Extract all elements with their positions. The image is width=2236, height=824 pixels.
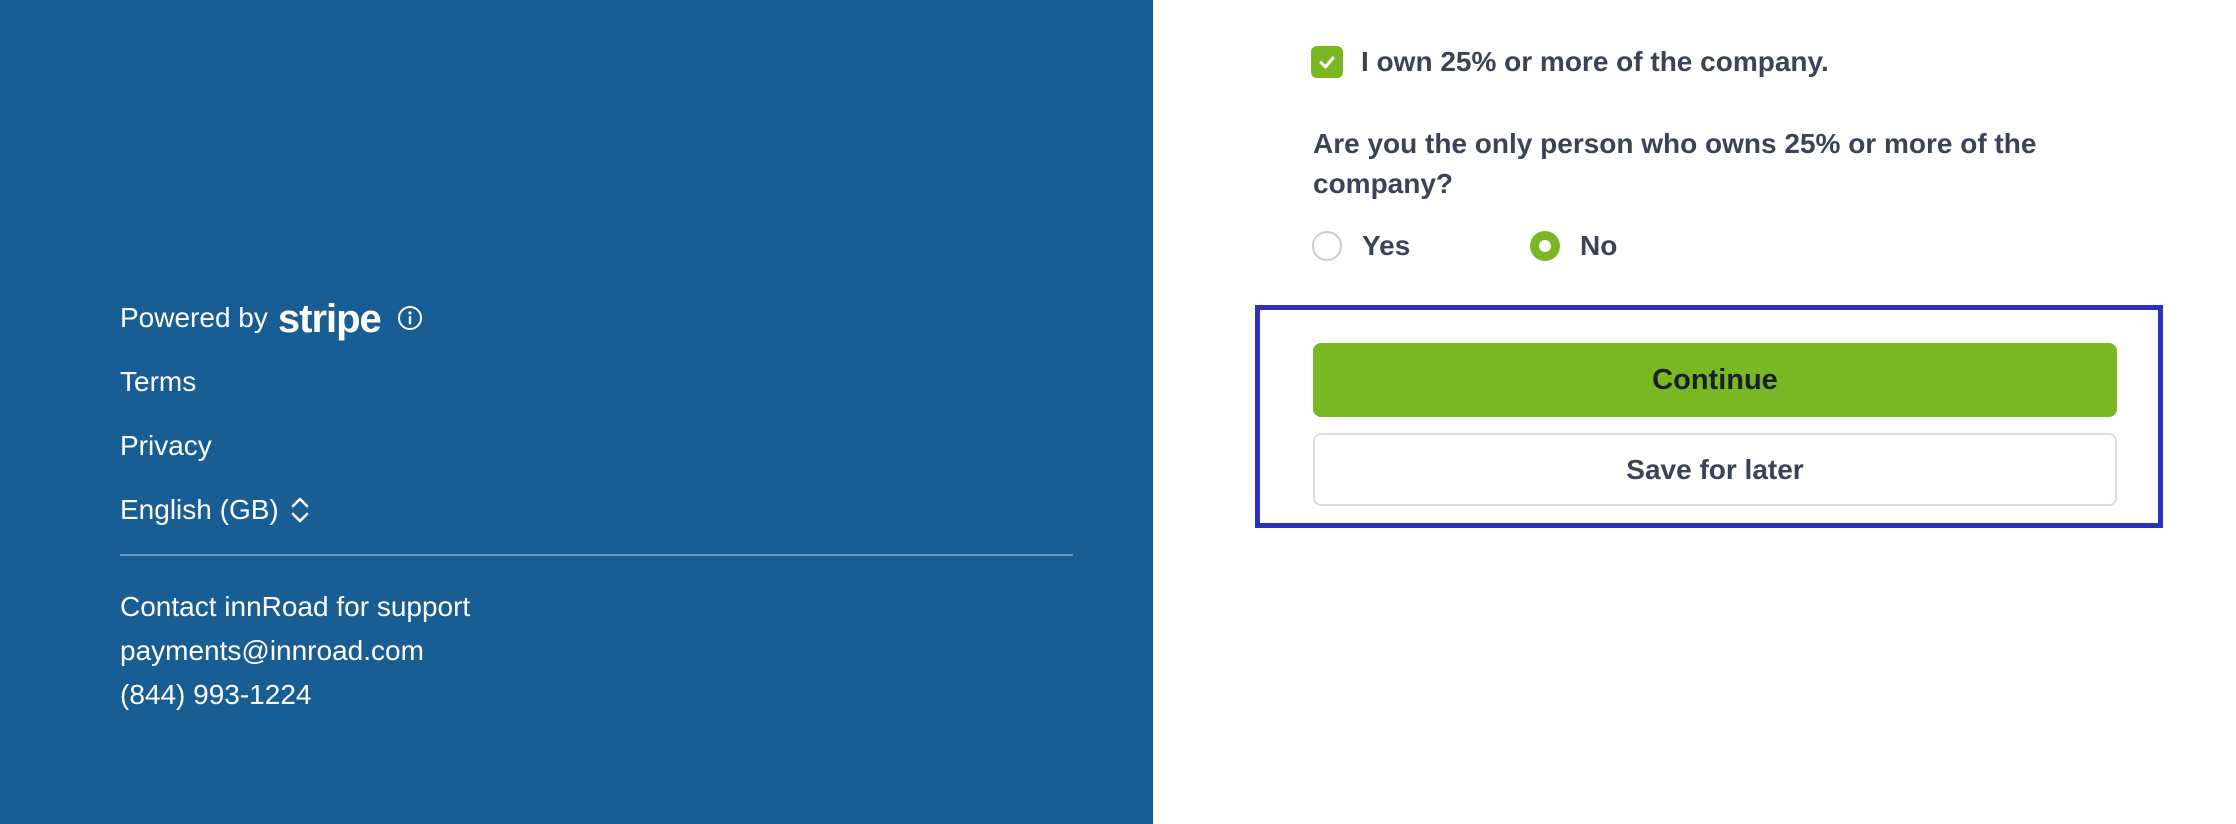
save-for-later-button[interactable]: Save for later bbox=[1313, 433, 2117, 506]
ownership-checkbox[interactable] bbox=[1311, 46, 1343, 78]
continue-button[interactable]: Continue bbox=[1313, 343, 2117, 417]
ownership-checkbox-row[interactable]: I own 25% or more of the company. bbox=[1311, 44, 1829, 80]
language-selector[interactable]: English (GB) bbox=[120, 492, 311, 528]
support-phone-link[interactable]: (844) 993-1224 bbox=[120, 677, 311, 713]
contact-heading: Contact innRoad for support bbox=[120, 591, 471, 622]
language-label: English (GB) bbox=[120, 494, 279, 525]
page: Powered by stripe Terms Privacy English … bbox=[0, 0, 2236, 824]
stripe-logo[interactable]: stripe bbox=[278, 297, 382, 341]
terms-link[interactable]: Terms bbox=[120, 364, 196, 400]
radio-yes-label: Yes bbox=[1362, 230, 1411, 261]
checkmark-icon bbox=[1319, 56, 1335, 69]
info-circle-icon[interactable] bbox=[397, 305, 423, 331]
radio-no[interactable] bbox=[1530, 231, 1560, 261]
radio-no-label: No bbox=[1580, 230, 1618, 261]
chevrons-up-down-icon bbox=[291, 497, 309, 523]
sole-owner-question: Are you the only person who owns 25% or … bbox=[1313, 128, 2037, 199]
ownership-checkbox-label: I own 25% or more of the company. bbox=[1361, 46, 1829, 77]
powered-by-stripe: Powered by stripe bbox=[120, 296, 423, 341]
radio-option-yes[interactable]: Yes bbox=[1312, 228, 1410, 264]
radio-yes[interactable] bbox=[1312, 231, 1342, 261]
branding-sidebar: Powered by stripe Terms Privacy English … bbox=[0, 0, 1153, 824]
support-email-link[interactable]: payments@innroad.com bbox=[120, 633, 424, 669]
radio-option-no[interactable]: No bbox=[1530, 228, 1617, 264]
sidebar-divider bbox=[120, 554, 1073, 556]
powered-by-label: Powered by bbox=[120, 302, 268, 333]
privacy-link[interactable]: Privacy bbox=[120, 428, 212, 464]
